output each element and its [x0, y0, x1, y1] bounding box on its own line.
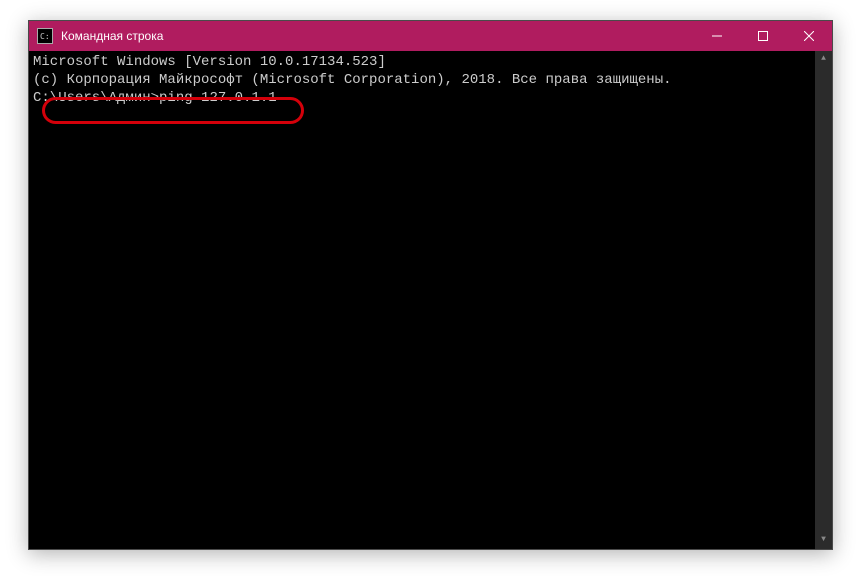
cmd-icon: C:\: [37, 28, 53, 44]
window-title: Командная строка: [61, 29, 694, 43]
vertical-scrollbar[interactable]: ▲ ▼: [815, 51, 832, 549]
maximize-button[interactable]: [740, 21, 786, 51]
version-line: Microsoft Windows [Version 10.0.17134.52…: [33, 53, 828, 71]
close-button[interactable]: [786, 21, 832, 51]
prompt-text: C:\Users\Админ>: [33, 90, 159, 106]
scroll-down-arrow[interactable]: ▼: [815, 532, 832, 549]
copyright-line: (c) Корпорация Майкрософт (Microsoft Cor…: [33, 71, 828, 89]
window-controls: [694, 21, 832, 51]
scroll-up-arrow[interactable]: ▲: [815, 51, 832, 68]
prompt-line: C:\Users\Админ>ping 127.0.1.1: [33, 89, 828, 107]
terminal-area[interactable]: Microsoft Windows [Version 10.0.17134.52…: [29, 51, 832, 549]
command-text: ping 127.0.1.1: [159, 90, 277, 106]
titlebar[interactable]: C:\ Командная строка: [29, 21, 832, 51]
command-prompt-window: C:\ Командная строка Microsoft Windows […: [28, 20, 833, 550]
svg-text:C:\: C:\: [40, 32, 50, 41]
minimize-button[interactable]: [694, 21, 740, 51]
